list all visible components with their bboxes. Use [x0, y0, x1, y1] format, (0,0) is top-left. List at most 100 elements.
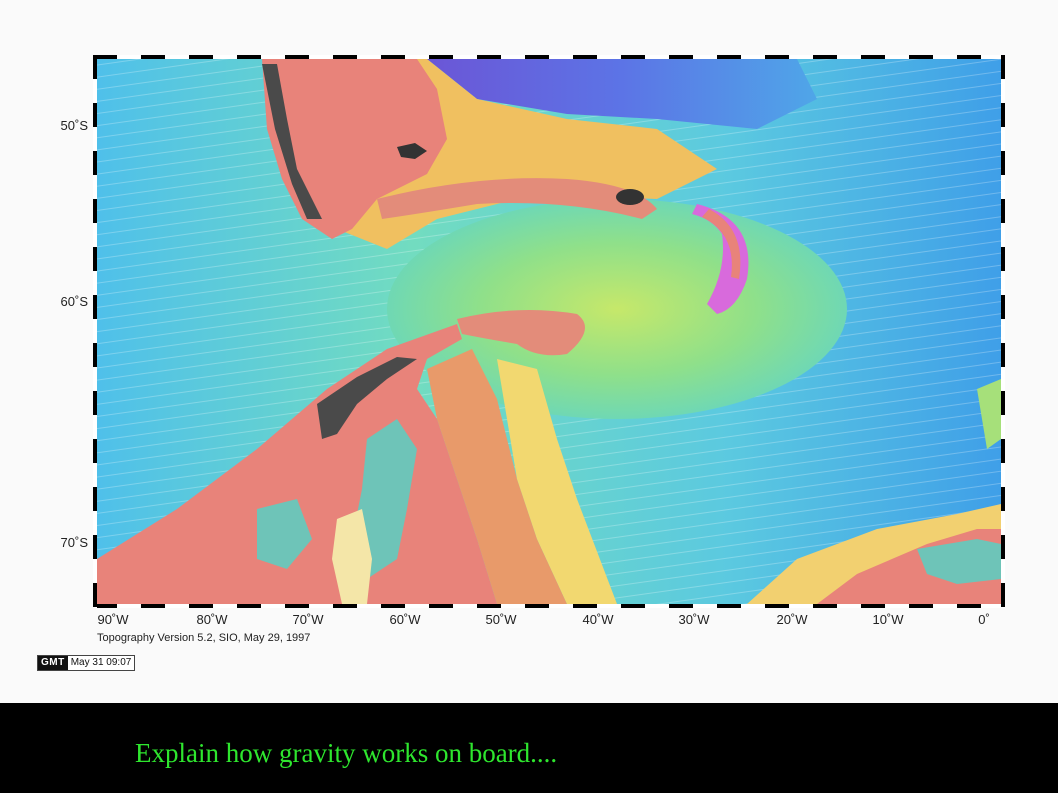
frame-tick [1001, 487, 1005, 511]
frame-tick [693, 604, 717, 608]
frame-tick [1001, 439, 1005, 463]
gmt-date: May 31 09:07 [67, 656, 135, 670]
frame-tick [93, 583, 97, 607]
frame-tick [165, 55, 189, 59]
frame-tick [429, 604, 453, 608]
frame-tick [597, 604, 621, 608]
frame-tick [813, 604, 837, 608]
frame-tick [861, 604, 885, 608]
frame-tick [333, 604, 357, 608]
map-frame [93, 55, 1005, 608]
frame-tick [93, 415, 97, 439]
frame-tick [93, 247, 97, 271]
frame-tick [309, 55, 333, 59]
frame-tick [189, 55, 213, 59]
frame-tick [1001, 295, 1005, 319]
lat-label-60s: 60˚S [60, 294, 88, 309]
frame-tick [573, 604, 597, 608]
frame-tick [93, 511, 97, 535]
lon-label-60w: 60˚W [389, 612, 421, 627]
frame-tick [93, 439, 97, 463]
frame-tick [1001, 79, 1005, 103]
frame-tick [93, 175, 97, 199]
frame-tick [501, 55, 525, 59]
frame-tick [1001, 271, 1005, 295]
frame-tick [381, 604, 405, 608]
frame-tick [381, 55, 405, 59]
frame-tick [93, 103, 97, 127]
frame-tick [909, 55, 933, 59]
lon-label-70w: 70˚W [292, 612, 324, 627]
frame-tick [669, 604, 693, 608]
lon-label-30w: 30˚W [678, 612, 710, 627]
frame-tick [1001, 463, 1005, 487]
frame-tick [693, 55, 717, 59]
frame-tick [93, 151, 97, 175]
frame-tick [405, 55, 429, 59]
frame-tick [765, 55, 789, 59]
frame-tick [285, 55, 309, 59]
frame-tick [213, 604, 237, 608]
frame-tick [717, 55, 741, 59]
frame-tick [93, 391, 97, 415]
frame-tick [765, 604, 789, 608]
frame-tick [933, 55, 957, 59]
frame-tick [429, 55, 453, 59]
frame-tick [525, 604, 549, 608]
frame-tick [141, 604, 165, 608]
frame-tick [93, 271, 97, 295]
frame-tick [1001, 343, 1005, 367]
frame-tick [477, 55, 501, 59]
frame-tick [93, 535, 97, 559]
frame-tick [117, 55, 141, 59]
frame-tick [309, 604, 333, 608]
frame-tick [453, 604, 477, 608]
frame-tick [789, 604, 813, 608]
frame-tick [1001, 583, 1005, 607]
frame-tick [645, 55, 669, 59]
frame-tick [93, 607, 97, 608]
frame-tick [93, 127, 97, 151]
frame-tick [645, 604, 669, 608]
frame-tick [93, 319, 97, 343]
lon-label-0: 0˚ [978, 612, 990, 627]
frame-tick [1001, 391, 1005, 415]
frame-tick [213, 55, 237, 59]
frame-tick [357, 604, 381, 608]
frame-tick [165, 604, 189, 608]
frame-tick [1001, 319, 1005, 343]
frame-tick [1001, 175, 1005, 199]
frame-tick [261, 55, 285, 59]
frame-tick [1001, 607, 1005, 608]
frame-tick [477, 604, 501, 608]
frame-tick [885, 55, 909, 59]
frame-tick [837, 604, 861, 608]
frame-tick [285, 604, 309, 608]
frame-tick [957, 55, 981, 59]
frame-tick [861, 55, 885, 59]
frame-tick [741, 604, 765, 608]
frame-tick [525, 55, 549, 59]
frame-tick [1001, 103, 1005, 127]
frame-tick [957, 604, 981, 608]
frame-tick [549, 55, 573, 59]
frame-tick [621, 55, 645, 59]
frame-tick [93, 559, 97, 583]
gmt-logo: GMT [38, 656, 68, 670]
lon-label-10w: 10˚W [872, 612, 904, 627]
frame-tick [117, 604, 141, 608]
lon-label-80w: 80˚W [196, 612, 228, 627]
frame-tick [93, 199, 97, 223]
lon-label-40w: 40˚W [582, 612, 614, 627]
frame-tick [93, 295, 97, 319]
frame-tick [93, 79, 97, 103]
slide-image: 50˚S 60˚S 70˚S 90˚W 80˚W 70˚W 60˚W 50˚W … [0, 0, 1058, 703]
map-caption: Topography Version 5.2, SIO, May 29, 199… [97, 632, 311, 644]
gmt-timestamp: GMT May 31 09:07 [37, 655, 136, 671]
frame-tick [1001, 367, 1005, 391]
slide-text: Explain how gravity works on board.... [135, 738, 558, 768]
frame-tick [141, 55, 165, 59]
frame-tick [669, 55, 693, 59]
frame-tick [237, 55, 261, 59]
frame-tick [453, 55, 477, 59]
